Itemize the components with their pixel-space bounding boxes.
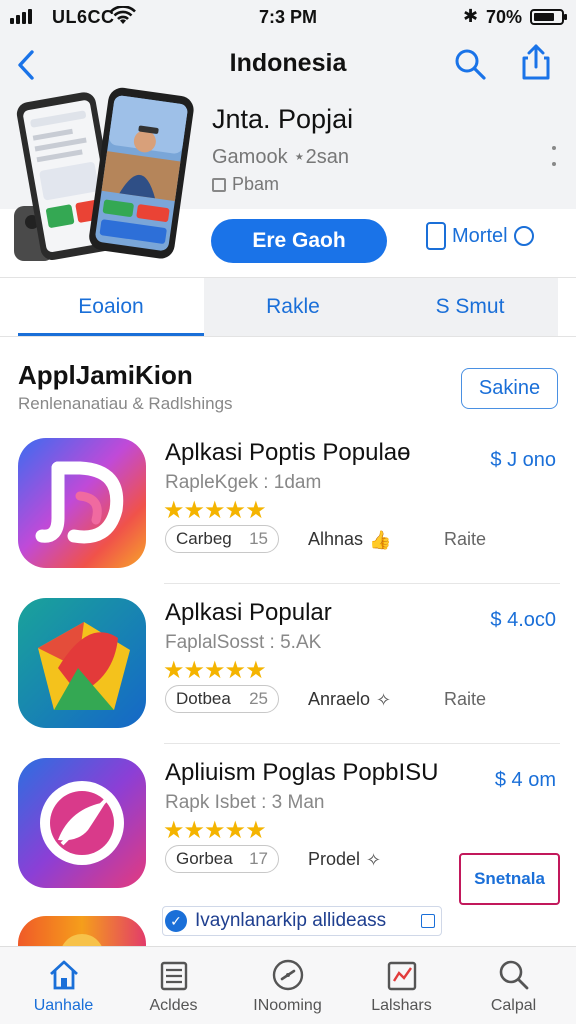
section-title: ApplJamiKion (18, 360, 193, 390)
get-button[interactable]: Ere Gaoh (211, 219, 387, 263)
category-pill[interactable]: Carbeg 15 (165, 525, 279, 553)
thumbs-up-icon: 👍 (369, 529, 392, 550)
battery-icon (530, 9, 567, 25)
page-title: Indonesia (229, 49, 347, 77)
app-meta: Pbam (212, 174, 279, 195)
tab-3[interactable]: S Smut (382, 278, 558, 336)
pill-count: 17 (249, 849, 268, 868)
segmented-tabs: Eoaion Rakle S Smut (0, 277, 576, 337)
list-icon (160, 961, 187, 991)
app-name: Apliuism Poglas PopbISU (165, 759, 439, 786)
pill-count: 15 (249, 529, 268, 548)
search-button[interactable] (452, 46, 488, 82)
star-rating: ★★★★★ (163, 497, 267, 524)
tab-1[interactable]: Eoaion (18, 278, 204, 336)
action-link[interactable]: Alhnas 👍 (308, 529, 392, 550)
star-rating: ★★★★★ (163, 817, 267, 844)
bottom-tab-bar: Uanhale Acldes INooming Lalshars Calpal (0, 946, 576, 1024)
search-icon (499, 960, 528, 990)
tabbar-upcoming[interactable]: INooming (230, 953, 345, 1023)
app-icon[interactable] (18, 758, 146, 888)
share-button[interactable] (518, 42, 554, 82)
chat-icon (513, 226, 534, 246)
action-link[interactable]: Anraelo ✧ (308, 689, 394, 710)
app-preview-image (14, 87, 194, 261)
pill-label: Gorbea (176, 849, 233, 868)
action-label: Prodel (308, 849, 361, 869)
tabbar-charts[interactable]: Lalshars (344, 953, 459, 1023)
app-name: Aplkasi Popular (165, 599, 332, 626)
app-name: Aplkasi Poptis Populaɵ (165, 439, 411, 466)
tabbar-label: INooming (253, 997, 322, 1014)
device-link-label: Mortel (452, 224, 508, 247)
app-developer: Gamook ⋆2san (212, 146, 350, 168)
app-price[interactable]: $ 4 om (495, 769, 556, 792)
special-offer-button[interactable]: Snetnala (459, 853, 560, 905)
action-label: Anraelo (308, 689, 371, 709)
category-pill[interactable]: Gorbea 17 (165, 845, 279, 873)
app-subtitle: RapleKgek : 1dam (165, 472, 322, 493)
phone-icon (426, 222, 446, 250)
section-see-all-button[interactable]: Sakine (461, 368, 558, 409)
bluetooth-icon: ✱ (463, 6, 479, 26)
tabbar-label: Uanhale (33, 997, 94, 1014)
pill-count: 25 (249, 689, 268, 708)
more-options-button[interactable] (549, 146, 559, 166)
app-meta-label: Pbam (232, 174, 280, 194)
app-header: Indonesia Jnta. Popjai Gamook ⋆2san Pbam (0, 34, 576, 261)
app-title: Jnta. Popjai (212, 104, 354, 134)
home-icon (49, 960, 78, 990)
promo-text: Ivaynlanarkip allideass (195, 910, 387, 931)
tabbar-home[interactable]: Uanhale (6, 953, 121, 1023)
promo-banner[interactable]: ✓ Ivaynlanarkip allideass (162, 906, 442, 936)
sparkle-icon: ✧ (376, 689, 392, 710)
pill-label: Carbeg (176, 529, 232, 548)
app-subtitle: FaplalSosst : 5.AK (165, 632, 322, 653)
compass-icon (272, 959, 303, 991)
tabbar-label: Acldes (149, 997, 198, 1014)
chart-icon (421, 914, 435, 928)
section-subtitle: Renlenanatiau & Radlshings (18, 394, 233, 413)
battery-percent: 70% (486, 7, 523, 27)
verified-icon: ✓ (165, 910, 187, 932)
rate-link[interactable]: Raite (444, 689, 486, 710)
app-price[interactable]: $ J ono (490, 449, 556, 472)
star-rating: ★★★★★ (163, 657, 267, 684)
app-icon[interactable] (18, 598, 146, 728)
tabbar-search[interactable]: Calpal (456, 953, 571, 1023)
action-link[interactable]: Prodel ✧ (308, 849, 384, 870)
tabbar-lists[interactable]: Acldes (116, 953, 231, 1023)
sparkle-icon: ✧ (366, 849, 382, 870)
pill-label: Dotbea (176, 689, 231, 708)
chart-icon (387, 961, 416, 991)
app-subtitle: Rapk Isbet : 3 Man (165, 792, 325, 813)
category-pill[interactable]: Dotbea 25 (165, 685, 279, 713)
rate-link[interactable]: Raite (444, 529, 486, 550)
action-label: Alhnas (308, 529, 364, 549)
tabbar-label: Calpal (490, 997, 537, 1014)
tabbar-label: Lalshars (371, 997, 432, 1014)
app-icon[interactable] (18, 438, 146, 568)
status-bar: UL6CC 7:3 PM ✱ 70% (0, 0, 576, 34)
app-list-item[interactable]: Aplkasi Popular FaplalSosst : 5.AK ★★★★★… (0, 584, 576, 744)
device-link[interactable]: Mortel (426, 222, 534, 250)
app-price[interactable]: $ 4.oc0 (490, 609, 556, 632)
app-list-item[interactable]: Aplkasi Poptis Populaɵ RapleKgek : 1dam … (0, 424, 576, 584)
tab-2[interactable]: Rakle (204, 278, 382, 336)
calendar-icon (212, 177, 226, 192)
